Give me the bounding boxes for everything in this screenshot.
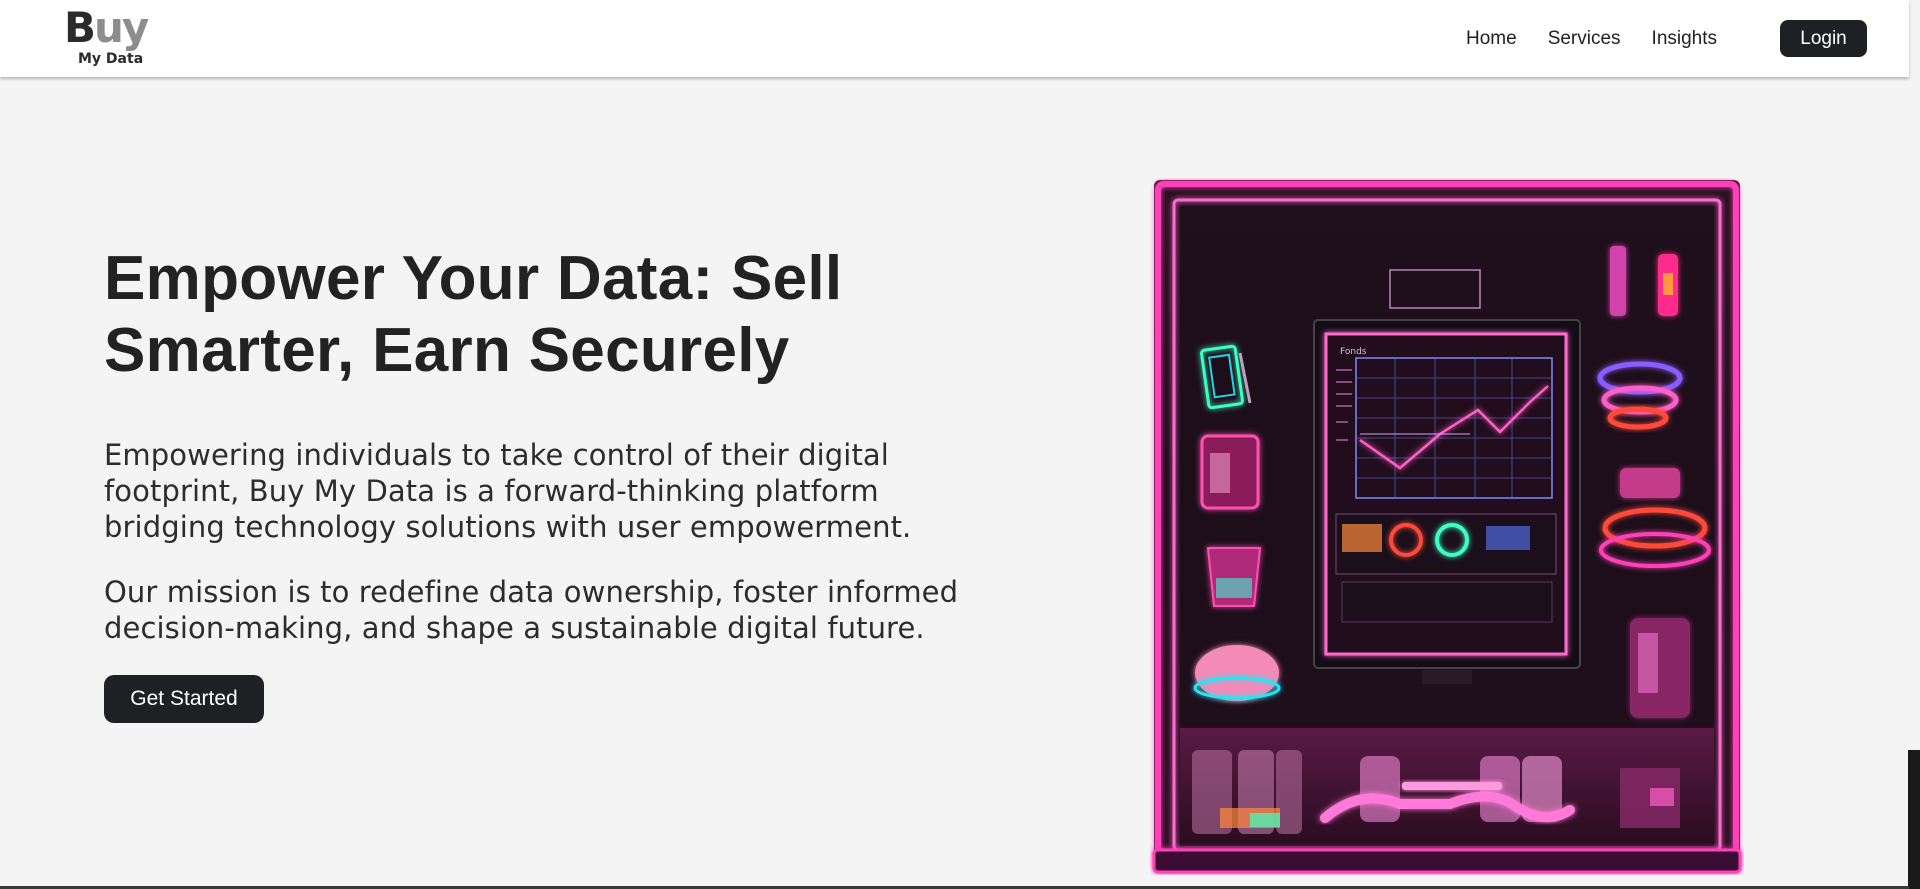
svg-text:Fonds: Fonds <box>1340 347 1367 357</box>
main-nav: Home Services Insights <box>1466 26 1717 52</box>
cabinet-floor <box>1180 726 1714 846</box>
hero-title-line-2: Smarter, Earn Securely <box>104 316 790 385</box>
hero-title: Empower Your Data: Sell Smarter, Earn Se… <box>104 243 964 387</box>
nav-home-link[interactable]: Home <box>1466 26 1517 52</box>
neon-data-cabinet-illustration: Fonds <box>1152 180 1742 874</box>
nav-services-link[interactable]: Services <box>1548 26 1621 52</box>
logo-wordmark: Buy <box>64 3 149 52</box>
hero-description: Empowering individuals to take control o… <box>104 438 912 544</box>
site-header: Buy My Data Home Services Insights Login <box>0 0 1909 77</box>
hero-title-line-1: Empower Your Data: Sell <box>104 244 843 313</box>
get-started-button[interactable]: Get Started <box>104 675 264 723</box>
hero-mission: Our mission is to redefine data ownershi… <box>104 575 959 645</box>
cabinet-base <box>1152 848 1742 874</box>
central-monitor: Fonds <box>1313 319 1581 684</box>
scrollbar-thumb[interactable] <box>1908 750 1920 889</box>
login-button[interactable]: Login <box>1780 20 1867 57</box>
logo-subtitle: My Data <box>78 51 144 67</box>
nav-insights-link[interactable]: Insights <box>1652 26 1717 52</box>
buy-my-data-logo[interactable]: Buy My Data <box>64 3 164 68</box>
